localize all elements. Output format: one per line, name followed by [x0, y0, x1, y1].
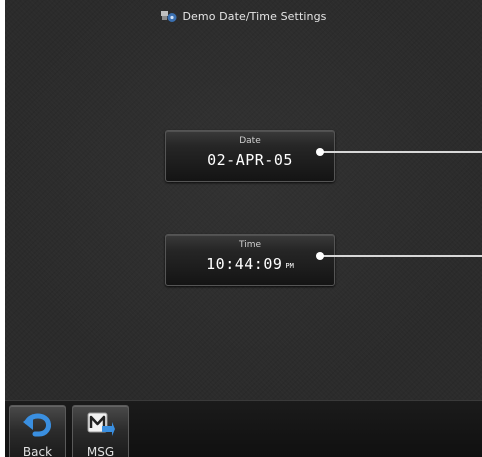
screen: Demo Date/Time Settings Date 02-APR-05 T…	[0, 0, 482, 457]
time-button[interactable]: Time 10:44:09 PM	[165, 234, 335, 286]
page-title-text: Demo Date/Time Settings	[182, 10, 327, 23]
time-value: 10:44:09	[206, 255, 283, 273]
msg-button-label: MSG	[86, 445, 115, 457]
back-button-label: Back	[22, 445, 53, 457]
time-label: Time	[238, 240, 262, 250]
date-label: Date	[239, 136, 261, 146]
page-title: Demo Date/Time Settings	[5, 10, 482, 23]
time-value-row: 10:44:09 PM	[166, 255, 334, 273]
date-callout-dot	[316, 148, 324, 156]
back-arrow-icon	[23, 413, 51, 437]
time-callout-dot	[316, 252, 324, 260]
back-button[interactable]: Back	[9, 405, 66, 457]
date-callout-line	[320, 151, 482, 153]
date-value: 02-APR-05	[207, 151, 293, 169]
time-ampm: PM	[285, 262, 294, 270]
settings-icon	[161, 11, 177, 22]
message-icon	[87, 412, 115, 436]
display-area: Demo Date/Time Settings Date 02-APR-05 T…	[5, 0, 482, 400]
msg-button[interactable]: MSG	[72, 405, 129, 457]
softkey-bar: Back MSG	[5, 400, 482, 457]
time-callout-line	[320, 255, 482, 257]
date-button[interactable]: Date 02-APR-05	[165, 130, 335, 182]
